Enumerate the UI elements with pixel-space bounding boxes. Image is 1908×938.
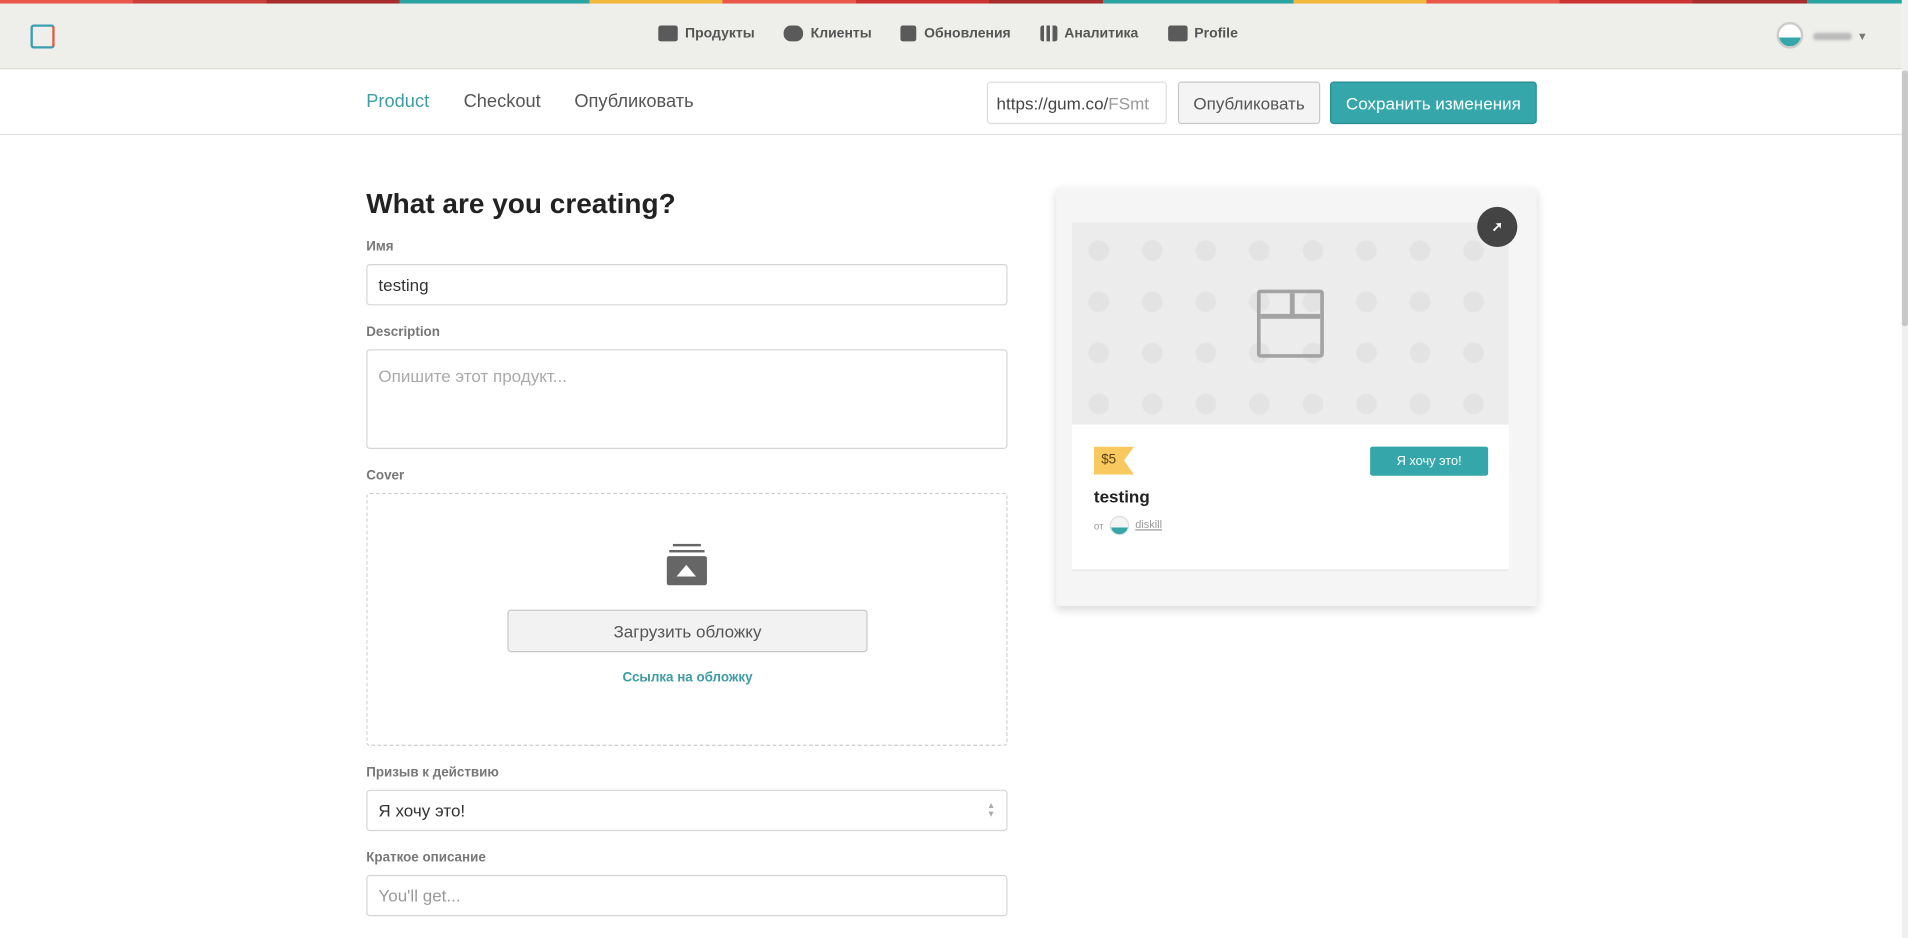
document-icon xyxy=(900,25,917,42)
box-icon xyxy=(1256,289,1324,358)
publish-button[interactable]: Опубликовать xyxy=(1177,81,1321,125)
nav-updates[interactable]: Обновления xyxy=(900,25,1011,42)
nav-label: Обновления xyxy=(924,26,1011,41)
product-url-field[interactable]: https://gum.co/FSmt xyxy=(986,81,1167,125)
description-label: Description xyxy=(366,324,440,340)
page-title: What are you creating? xyxy=(366,187,676,220)
cover-label: Cover xyxy=(366,468,405,484)
top-header: Продукты Клиенты Обновления Аналитика Pr… xyxy=(0,3,1902,70)
nav-products[interactable]: Продукты xyxy=(658,25,755,42)
chevron-down-icon[interactable]: ▼ xyxy=(1857,30,1868,42)
buy-button[interactable]: Я хочу это! xyxy=(1370,446,1489,476)
tab-checkout[interactable]: Checkout xyxy=(464,91,541,112)
url-slug: FSmt xyxy=(1108,93,1150,114)
cover-link[interactable]: Ссылка на обложку xyxy=(507,670,867,685)
nav-label: Аналитика xyxy=(1064,26,1139,41)
scrollbar-thumb[interactable] xyxy=(1901,70,1908,327)
preview-title: testing xyxy=(1093,486,1150,507)
nav-profile[interactable]: Profile xyxy=(1167,25,1238,42)
summary-label: Краткое описание xyxy=(366,850,486,866)
save-changes-button[interactable]: Сохранить изменения xyxy=(1329,81,1537,125)
archive-icon xyxy=(658,25,678,42)
nav-label: Клиенты xyxy=(810,26,872,41)
author-avatar xyxy=(1109,515,1130,536)
name-label: Имя xyxy=(366,239,394,255)
cta-selected-value: Я хочу это! xyxy=(378,800,466,821)
gumroad-logo[interactable] xyxy=(30,24,55,49)
image-stack-icon xyxy=(666,543,707,586)
by-label: от xyxy=(1093,520,1104,532)
tab-product[interactable]: Product xyxy=(366,91,429,112)
description-textarea[interactable]: Опишите этот продукт... xyxy=(366,349,1008,449)
name-input[interactable]: testing xyxy=(366,264,1008,306)
cta-select[interactable]: Я хочу это! ▲ ▼ xyxy=(366,789,1008,832)
nav-customers[interactable]: Клиенты xyxy=(783,25,872,42)
upload-cover-button[interactable]: Загрузить обложку xyxy=(507,609,868,653)
user-name-blurred[interactable] xyxy=(1813,32,1852,41)
page-scrollbar[interactable] xyxy=(1901,0,1908,938)
author-link[interactable]: diskill xyxy=(1135,518,1162,530)
cta-label: Призыв к действию xyxy=(366,765,499,780)
expand-arrow-icon: ➚ xyxy=(1491,220,1503,235)
summary-input[interactable]: You'll get... xyxy=(366,874,1008,917)
nav-label: Продукты xyxy=(685,26,755,41)
user-avatar[interactable] xyxy=(1776,21,1804,49)
tab-publish[interactable]: Опубликовать xyxy=(574,91,693,112)
store-icon xyxy=(1167,25,1188,42)
sub-navigation xyxy=(0,69,1902,136)
bar-chart-icon xyxy=(1039,25,1057,42)
nav-label: Profile xyxy=(1194,26,1238,41)
price-value: $5 xyxy=(1101,452,1117,468)
url-base: https://gum.co/ xyxy=(996,93,1109,114)
open-preview-button[interactable]: ➚ xyxy=(1477,206,1518,248)
users-icon xyxy=(783,25,804,42)
nav-analytics[interactable]: Аналитика xyxy=(1039,25,1139,42)
select-arrows-icon: ▲ ▼ xyxy=(986,801,996,819)
